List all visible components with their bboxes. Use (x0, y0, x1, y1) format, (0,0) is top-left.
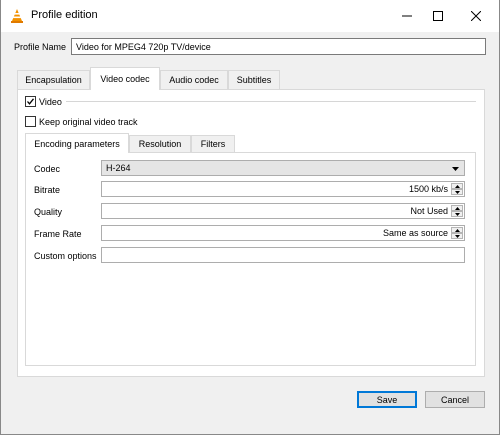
codec-select[interactable]: H-264 (101, 160, 465, 176)
tab-video-codec-label: Video codec (100, 74, 150, 84)
quality-label: Quality (34, 207, 63, 217)
bitrate-decrement-button[interactable] (451, 189, 463, 195)
frame-rate-label: Frame Rate (34, 229, 82, 239)
window-title: Profile edition (31, 9, 98, 21)
tab-audio-codec[interactable]: Audio codec (160, 70, 228, 89)
arrow-down-icon (454, 212, 460, 216)
video-checkbox[interactable] (25, 96, 36, 107)
custom-options-label: Custom options (34, 251, 97, 261)
minimize-icon (402, 15, 412, 17)
tab-subtitles[interactable]: Subtitles (228, 70, 280, 89)
tab-audio-codec-label: Audio codec (169, 75, 219, 85)
arrow-up-icon (454, 184, 460, 188)
keep-original-label: Keep original video track (39, 117, 138, 127)
close-button[interactable] (453, 0, 499, 32)
save-button-label: Save (376, 394, 398, 405)
subtab-filters[interactable]: Filters (191, 135, 235, 152)
vlc-cone-icon (11, 9, 23, 23)
bitrate-label: Bitrate (34, 185, 61, 195)
video-checkbox-label: Video (39, 97, 62, 107)
quality-value: Not Used (410, 206, 448, 216)
custom-options-input[interactable] (101, 247, 465, 263)
subtab-encoding-parameters-label: Encoding parameters (34, 138, 120, 149)
cancel-button-label: Cancel (440, 394, 469, 405)
profile-name-label: Profile Name (14, 42, 67, 52)
bitrate-spin-buttons (451, 183, 463, 195)
codec-label: Codec (34, 164, 61, 174)
quality-spinbox[interactable]: Not Used (101, 203, 465, 219)
tab-encapsulation[interactable]: Encapsulation (17, 70, 90, 89)
save-button[interactable]: Save (357, 391, 417, 408)
close-icon (471, 11, 481, 21)
arrow-down-icon (454, 234, 460, 238)
title-bar[interactable]: Profile edition (1, 0, 499, 32)
maximize-icon (433, 11, 443, 21)
bitrate-value: 1500 kb/s (408, 184, 448, 194)
arrow-down-icon (454, 190, 460, 194)
bitrate-spinbox[interactable]: 1500 kb/s (101, 181, 465, 197)
profile-name-input[interactable]: Video for MPEG4 720p TV/device (71, 38, 486, 55)
codec-value: H-264 (106, 163, 131, 173)
subtab-filters-label: Filters (200, 139, 226, 149)
quality-decrement-button[interactable] (451, 211, 463, 217)
frame-rate-decrement-button[interactable] (451, 233, 463, 239)
profile-name-value: Video for MPEG4 720p TV/device (76, 41, 211, 52)
subtab-encoding-parameters[interactable]: Encoding parameters (25, 133, 129, 153)
keep-original-checkbox[interactable] (25, 116, 36, 127)
tab-encapsulation-label: Encapsulation (25, 75, 82, 85)
frame-rate-spinbox[interactable]: Same as source (101, 225, 465, 241)
profile-edition-window: Profile edition Profile Name Video for M… (0, 0, 500, 435)
arrow-up-icon (454, 228, 460, 232)
cancel-button[interactable]: Cancel (425, 391, 485, 408)
frame-rate-spin-buttons (451, 227, 463, 239)
video-group-divider (66, 101, 476, 102)
checkmark-icon (27, 98, 35, 105)
dropdown-arrow-icon (452, 167, 459, 171)
arrow-up-icon (454, 206, 460, 210)
subtab-resolution-label: Resolution (138, 139, 182, 149)
subtab-resolution[interactable]: Resolution (129, 135, 191, 152)
tab-subtitles-label: Subtitles (236, 75, 272, 85)
frame-rate-value: Same as source (382, 228, 448, 238)
quality-spin-buttons (451, 205, 463, 217)
tab-video-codec[interactable]: Video codec (90, 67, 160, 90)
